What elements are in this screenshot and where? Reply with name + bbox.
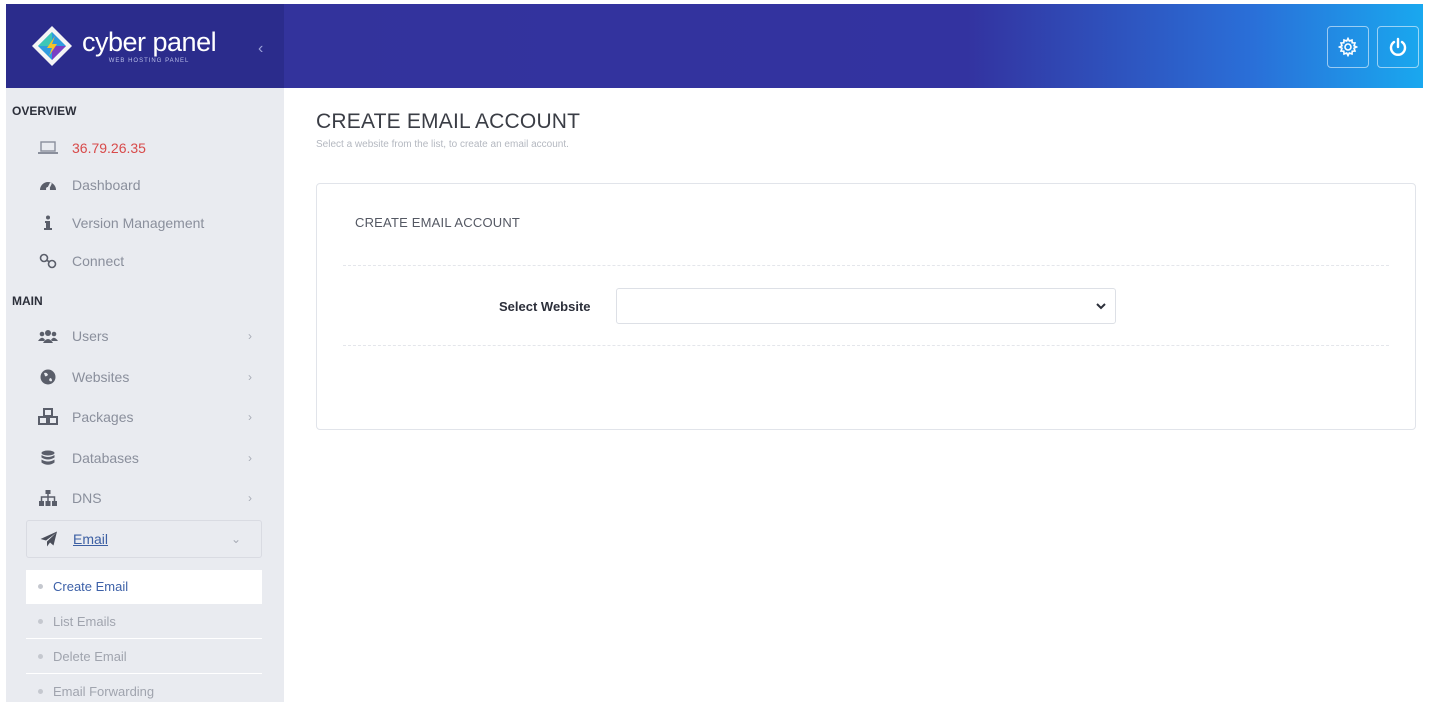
sidebar-subitem-delete-email[interactable]: Delete Email: [26, 640, 262, 674]
brand-logo-area[interactable]: cyber panel WEB HOSTING PANEL ‹: [6, 4, 284, 88]
divider: [343, 345, 1389, 346]
sidebar-item-label: Connect: [72, 253, 125, 269]
sitemap-icon: [38, 490, 58, 506]
chevron-down-icon: ⌄: [230, 532, 241, 546]
sidebar-subitem-create-email[interactable]: Create Email: [26, 570, 262, 604]
top-bar: [284, 4, 1423, 88]
sidebar-item-users[interactable]: Users ›: [16, 318, 272, 354]
panel-title: CREATE EMAIL ACCOUNT: [355, 215, 521, 230]
sidebar-item-label: Websites: [72, 369, 130, 385]
sidebar-item-label: Databases: [72, 450, 139, 466]
laptop-icon: [38, 141, 58, 155]
select-website-dropdown[interactable]: [616, 288, 1116, 324]
sidebar-item-label: Packages: [72, 409, 134, 425]
users-icon: [38, 329, 58, 343]
sidebar-item-connect[interactable]: Connect: [16, 243, 272, 279]
brand-tagline: WEB HOSTING PANEL: [108, 58, 190, 64]
sidebar-subitem-label: Email Forwarding: [53, 684, 155, 699]
sidebar-subitem-list-emails[interactable]: List Emails: [26, 605, 262, 639]
sidebar-subitem-label: List Emails: [53, 614, 116, 629]
sidebar-subitem-label: Delete Email: [53, 649, 127, 664]
link-icon: [38, 253, 58, 269]
sidebar-item-label: Dashboard: [72, 177, 141, 193]
main-heading: MAIN: [12, 294, 43, 308]
sidebar-item-label: Users: [72, 328, 109, 344]
sidebar-item-dashboard[interactable]: Dashboard: [16, 167, 272, 203]
info-icon: [38, 215, 58, 231]
cubes-icon: [38, 408, 58, 426]
brand-text: cyber panel WEB HOSTING PANEL: [82, 27, 217, 64]
page-subtitle: Select a website from the list, to creat…: [316, 139, 569, 150]
chevron-right-icon: ›: [248, 370, 252, 384]
chevron-right-icon: ›: [248, 329, 252, 343]
bullet-icon: [38, 619, 43, 624]
bullet-icon: [38, 584, 43, 589]
power-icon: [1389, 37, 1407, 56]
sidebar-subitem-label: Create Email: [53, 579, 129, 594]
sidebar-item-databases[interactable]: Databases ›: [16, 440, 272, 476]
gear-icon: [1338, 37, 1358, 57]
sidebar-item-label: 36.79.26.35: [72, 140, 146, 156]
sidebar-item-packages[interactable]: Packages ›: [16, 399, 272, 435]
overview-heading: OVERVIEW: [12, 104, 77, 118]
chevron-down-icon: [1095, 299, 1107, 317]
bullet-icon: [38, 689, 43, 694]
sidebar-item-ip[interactable]: 36.79.26.35: [16, 130, 272, 166]
sidebar-item-label: DNS: [72, 490, 102, 506]
sidebar-item-websites[interactable]: Websites ›: [16, 359, 272, 395]
sidebar-item-version-management[interactable]: Version Management: [16, 205, 272, 241]
chevron-right-icon: ›: [248, 451, 252, 465]
page-title: CREATE EMAIL ACCOUNT: [316, 110, 581, 133]
tachometer-icon: [38, 177, 58, 193]
chevron-right-icon: ›: [248, 410, 252, 424]
power-button[interactable]: [1377, 26, 1419, 68]
sidebar-collapse-button[interactable]: ‹: [258, 40, 263, 58]
cyberpanel-logo-icon: [30, 24, 74, 68]
header: cyber panel WEB HOSTING PANEL ‹: [0, 0, 1454, 92]
divider: [343, 265, 1389, 266]
globe-icon: [38, 369, 58, 385]
bullet-icon: [38, 654, 43, 659]
database-icon: [38, 450, 58, 466]
sidebar: OVERVIEW 36.79.26.35 Dashboard Version M…: [6, 88, 284, 702]
brand-name: cyber panel: [82, 27, 217, 57]
select-website-label: Select Website: [499, 299, 591, 314]
sidebar-item-dns[interactable]: DNS ›: [16, 480, 272, 516]
chevron-right-icon: ›: [248, 491, 252, 505]
paper-plane-icon: [39, 531, 59, 547]
sidebar-item-label: Email: [73, 531, 109, 547]
settings-button[interactable]: [1327, 26, 1369, 68]
sidebar-item-label: Version Management: [72, 215, 205, 231]
sidebar-item-email[interactable]: Email ⌄: [26, 520, 262, 558]
create-email-panel: CREATE EMAIL ACCOUNT Select Website: [316, 183, 1416, 430]
sidebar-subitem-email-forwarding[interactable]: Email Forwarding: [26, 675, 262, 702]
